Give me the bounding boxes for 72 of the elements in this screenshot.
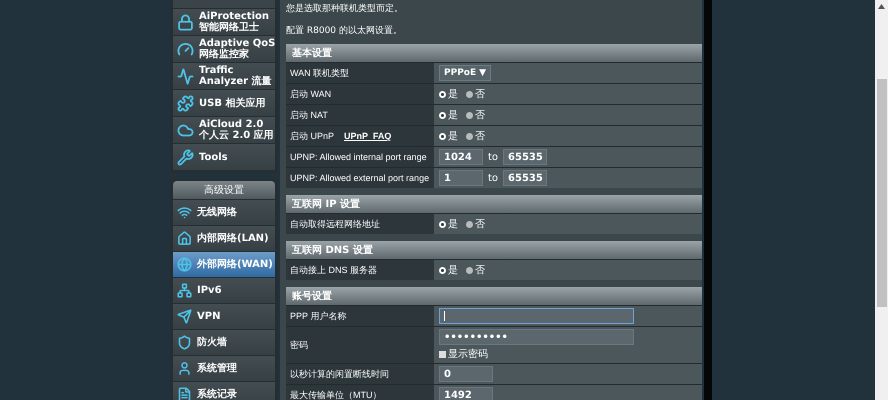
field-label: UPNP: Allowed external port range [286, 168, 434, 188]
port-to-field[interactable]: 65535 [503, 149, 548, 165]
username-field[interactable] [439, 308, 634, 324]
house-icon [177, 231, 192, 246]
wrench-icon [177, 148, 194, 166]
port-to-field[interactable]: 65535 [503, 170, 548, 186]
sidebar-item[interactable]: 内部网络(LAN) [173, 226, 275, 251]
sidebar-item[interactable]: Tools [173, 144, 275, 170]
description-text: 您是选取那种联机类型而定。 [286, 2, 404, 16]
field-label: 自动取得远程网络地址 [286, 214, 434, 234]
sidebar-item[interactable]: VPN [173, 304, 275, 329]
number-field[interactable]: 0 [439, 366, 493, 382]
sidebar-item[interactable]: 无线网络 [173, 200, 275, 225]
shield-icon [177, 335, 192, 350]
port-from-field[interactable]: 1024 [439, 149, 483, 165]
sidebar-item[interactable]: USB 相关应用 [173, 90, 275, 116]
section-header: 互联网 IP 设置 [286, 195, 702, 213]
document-icon [177, 387, 192, 400]
field-label: 启动 NAT [286, 105, 434, 125]
field-label: 密码 [286, 327, 434, 363]
radio-option[interactable]: 是 [439, 108, 458, 122]
sidebar-item[interactable]: AiCloud 2.0 个人云 2.0 应用 [173, 117, 275, 143]
cloud-icon [177, 122, 194, 138]
lock-icon [177, 14, 194, 30]
sidebar-item[interactable]: AiProtection 智能网络卫士 [173, 9, 275, 35]
globe-icon [177, 257, 192, 272]
network-icon [177, 283, 192, 298]
radio-option[interactable]: 否 [466, 129, 485, 143]
radio-option[interactable]: 是 [439, 87, 458, 101]
number-field[interactable]: 1492 [439, 387, 493, 400]
sidebar-item[interactable]: IPv6 [173, 278, 275, 303]
activity-icon [177, 68, 194, 84]
field-label: UPNP: Allowed internal port range [286, 147, 434, 167]
field-label: 启动 WAN [286, 84, 434, 104]
radio-option[interactable]: 是 [439, 129, 458, 143]
field-label: 最大传输单位（MTU） [286, 385, 434, 400]
field-label: 启动 UPnP UPnP FAQ [286, 126, 434, 146]
section-header: 账号设置 [286, 287, 702, 305]
gauge-icon [177, 40, 194, 58]
field-label: PPP 用户名称 [286, 306, 434, 326]
scroll-up-icon [878, 4, 885, 9]
radio-option[interactable]: 是 [439, 217, 458, 231]
scrollbar[interactable] [875, 0, 888, 400]
range-separator: to [488, 152, 498, 162]
radio-option[interactable]: 是 [439, 263, 458, 277]
section-header: 基本设置 [286, 44, 702, 62]
password-field[interactable]: •••••••••• [439, 329, 634, 345]
section-header: 高级设置 [173, 181, 275, 199]
wifi-icon [177, 205, 192, 220]
radio-option[interactable]: 否 [466, 108, 485, 122]
field-label: WAN 联机类型 [286, 63, 434, 83]
sidebar-item[interactable]: 外部网络(WAN) [173, 252, 275, 277]
paper-plane-icon [177, 309, 192, 324]
show-password-checkbox[interactable]: 显示密码 [439, 347, 634, 361]
port-from-field[interactable]: 1 [439, 170, 483, 186]
user-icon [177, 361, 192, 376]
radio-option[interactable]: 否 [466, 87, 485, 101]
connection-type-dropdown[interactable]: PPPoE ▼ [439, 65, 491, 81]
range-separator: to [488, 172, 498, 184]
section-header: 互联网 DNS 设置 [286, 241, 702, 259]
sidebar-item[interactable]: Traffic Analyzer 流量 [173, 63, 275, 89]
field-label: 自动接上 DNS 服务器 [286, 260, 434, 280]
description-text: 配置 R8000 的以太网设置。 [286, 24, 403, 38]
faq-link[interactable]: UPnP FAQ [344, 131, 392, 141]
sidebar-item[interactable]: 系统管理 [173, 356, 275, 381]
sidebar-item[interactable]: Adaptive QoS 网络监控家 [173, 36, 275, 62]
field-label: 以秒计算的闲置断线时间 [286, 364, 434, 384]
sidebar-item[interactable]: 系统记录 [173, 382, 275, 400]
radio-option[interactable]: 否 [466, 217, 485, 231]
puzzle-icon [177, 94, 194, 112]
radio-option[interactable]: 否 [466, 263, 485, 277]
sidebar-item[interactable]: 防火墙 [173, 330, 275, 355]
